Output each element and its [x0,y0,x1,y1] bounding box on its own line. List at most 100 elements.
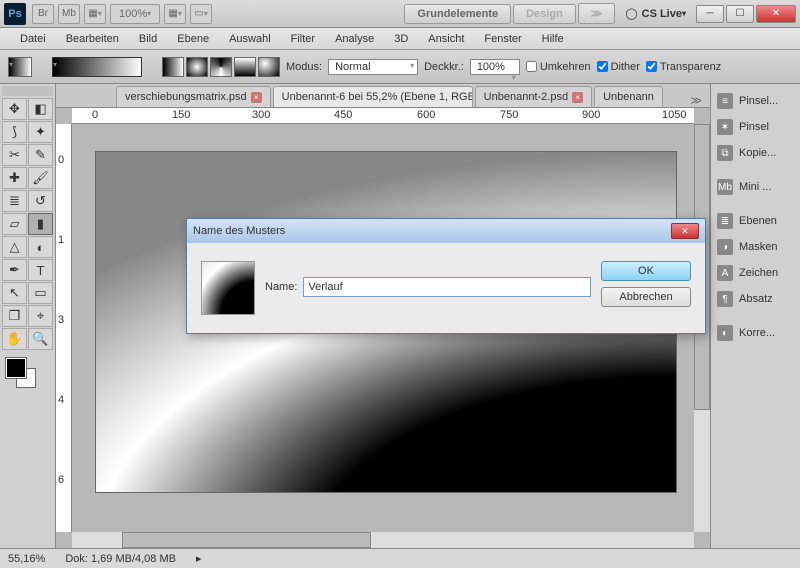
reverse-checkbox[interactable]: Umkehren [526,61,591,73]
foreground-color-swatch[interactable] [6,358,26,378]
panel-tab-brush[interactable]: ✶Pinsel [713,114,798,140]
gradient-diamond-button[interactable] [258,57,280,77]
toolbox: ✥ ◧ ⟆ ✦ ✂ ✎ ✚ 🖌 ≣ ↺ ▱ ▮ △ ◐ ✒ T ↖ ▭ ❐ ⌖ … [0,84,56,548]
ok-button[interactable]: OK [601,261,691,281]
status-menu-arrow[interactable]: ▸ [196,552,202,565]
eraser-tool[interactable]: ▱ [2,213,27,235]
history-brush-tool[interactable]: ↺ [28,190,53,212]
dialog-title: Name des Musters [193,225,285,237]
panel-tab-layers[interactable]: ≣Ebenen [713,208,798,234]
screen-mode-button[interactable]: ▭ [190,4,212,24]
panel-tab-masks[interactable]: ◑ Masken [713,234,798,260]
dodge-tool[interactable]: ◐ [28,236,53,258]
window-maximize-button[interactable]: ☐ [726,5,754,23]
path-select-tool[interactable]: ↖ [2,282,27,304]
dither-checkbox[interactable]: Dither [597,61,640,73]
close-icon[interactable]: × [251,92,262,103]
status-zoom[interactable]: 55,16% [8,553,45,565]
healing-tool[interactable]: ✚ [2,167,27,189]
menu-fenster[interactable]: Fenster [474,30,531,48]
menu-bild[interactable]: Bild [129,30,167,48]
menu-bar: Datei Bearbeiten Bild Ebene Auswahl Filt… [0,28,800,50]
opacity-select[interactable]: 100% [470,59,520,75]
crop-tool[interactable]: ✂ [2,144,27,166]
scrollbar-thumb[interactable] [122,532,371,548]
menu-3d[interactable]: 3D [384,30,418,48]
menu-datei[interactable]: Datei [10,30,56,48]
panel-tab-character[interactable]: AZeichen [713,260,798,286]
pattern-name-dialog: Name des Musters ✕ Name: OK Abbrechen [186,218,706,334]
view-extras-button[interactable]: ▦ [84,4,106,24]
dialog-close-button[interactable]: ✕ [671,223,699,239]
menu-filter[interactable]: Filter [281,30,325,48]
masks-icon: ◑ [717,239,733,255]
transparency-label: Transparenz [660,61,721,73]
brush-tool[interactable]: 🖌 [28,167,53,189]
menu-ebene[interactable]: Ebene [167,30,219,48]
gradient-radial-button[interactable] [186,57,208,77]
window-minimize-button[interactable]: ─ [696,5,724,23]
panel-tab-clone[interactable]: ⧉Kopie... [713,140,798,166]
panel-tab-minibridge[interactable]: MbMini ... [713,174,798,200]
panel-tab-adjustments[interactable]: ◐Korre... [713,320,798,346]
panel-label: Mini ... [739,181,771,193]
bridge-button[interactable]: Br [32,4,54,24]
menu-hilfe[interactable]: Hilfe [532,30,574,48]
panel-label: Masken [739,241,778,253]
workspace-switch-secondary[interactable]: Design [513,4,576,24]
menu-bearbeiten[interactable]: Bearbeiten [56,30,129,48]
3d-tool[interactable]: ❐ [2,305,27,327]
menu-ansicht[interactable]: Ansicht [418,30,474,48]
pattern-preview [201,261,255,315]
eyedropper-tool[interactable]: ✎ [28,144,53,166]
workspace-switch-primary[interactable]: Grundelemente [404,4,511,24]
dialog-titlebar[interactable]: Name des Musters ✕ [187,219,705,243]
zoom-level-select[interactable]: 100% [110,4,160,24]
3d-camera-tool[interactable]: ⌖ [28,305,53,327]
magic-wand-tool[interactable]: ✦ [28,121,53,143]
cancel-button[interactable]: Abbrechen [601,287,691,307]
window-close-button[interactable]: ✕ [756,5,796,23]
document-tab[interactable]: Unbenannt-2.psd× [475,86,592,107]
pen-tool[interactable]: ✒ [2,259,27,281]
horizontal-scrollbar[interactable] [72,532,694,548]
brush-icon: ≡ [717,93,733,109]
type-tool[interactable]: T [28,259,53,281]
gradient-picker[interactable] [52,57,142,77]
toolbox-grip[interactable] [2,86,53,96]
blur-tool[interactable]: △ [2,236,27,258]
close-icon[interactable]: × [572,92,583,103]
tab-overflow-button[interactable]: ≫ [682,94,710,107]
panel-label: Pinsel... [739,95,778,107]
tool-preset-picker[interactable] [8,57,32,77]
gradient-reflected-button[interactable] [234,57,256,77]
hand-tool[interactable]: ✋ [2,328,27,350]
blend-mode-select[interactable]: Normal [328,59,418,75]
zoom-tool[interactable]: 🔍 [28,328,53,350]
panel-label: Absatz [739,293,773,305]
workspace-more-button[interactable]: ≫ [578,3,616,24]
menu-analyse[interactable]: Analyse [325,30,384,48]
stamp-tool[interactable]: ≣ [2,190,27,212]
gradient-tool[interactable]: ▮ [28,213,53,235]
transparency-checkbox[interactable]: Transparenz [646,61,721,73]
minibridge-button[interactable]: Mb [58,4,80,24]
document-tabs: verschiebungsmatrix.psd × Unbenannt-6 bei… [56,84,710,108]
arrange-documents-button[interactable]: ▦ [164,4,186,24]
pattern-name-input[interactable] [303,277,591,297]
gradient-angle-button[interactable] [210,57,232,77]
document-tab-label: verschiebungsmatrix.psd [125,91,247,103]
status-doc-info[interactable]: Dok: 1,69 MB/4,08 MB [65,553,176,565]
gradient-linear-button[interactable] [162,57,184,77]
panel-tab-paragraph[interactable]: ¶Absatz [713,286,798,312]
document-tab[interactable]: Unbenann [594,86,663,107]
menu-auswahl[interactable]: Auswahl [219,30,281,48]
marquee-tool[interactable]: ◧ [28,98,53,120]
panel-tab-brush-presets[interactable]: ≡ Pinsel... [713,88,798,114]
shape-tool[interactable]: ▭ [28,282,53,304]
document-tab[interactable]: verschiebungsmatrix.psd × [116,86,271,107]
lasso-tool[interactable]: ⟆ [2,121,27,143]
document-tab[interactable]: Unbenannt-6 bei 55,2% (Ebene 1, RGB/8) *… [273,86,473,107]
cs-live-button[interactable]: CS Live [625,7,686,20]
move-tool[interactable]: ✥ [2,98,27,120]
